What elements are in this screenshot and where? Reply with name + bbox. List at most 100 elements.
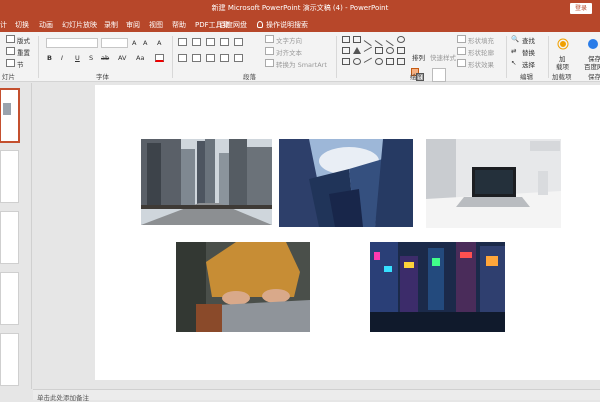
shadow-button[interactable]: S — [89, 54, 93, 62]
tab-view[interactable]: 视图 — [149, 20, 163, 30]
city-street-photo[interactable] — [141, 139, 272, 225]
shape-effects-button[interactable]: 形状效果 — [468, 59, 494, 69]
slide-canvas[interactable] — [95, 85, 600, 380]
arrange-button[interactable]: 排列 — [412, 52, 425, 62]
notes-placeholder: 单击此处添加备注 — [37, 394, 89, 402]
section-button[interactable]: 节 — [17, 59, 24, 69]
find-button[interactable]: 查找 — [522, 35, 535, 45]
numbering-icon[interactable] — [192, 38, 201, 46]
shape-fill-button[interactable]: 形状填充 — [468, 35, 494, 45]
font-size-dropdown[interactable] — [101, 38, 128, 48]
curve-shape-icon[interactable] — [353, 58, 361, 65]
grow-font-button[interactable]: A — [132, 39, 136, 47]
align-text-button[interactable]: 对齐文本 — [276, 47, 302, 57]
oval-shape-icon[interactable] — [397, 36, 405, 43]
arrow-shape-icon[interactable] — [374, 40, 383, 47]
text-direction-icon — [265, 35, 274, 43]
divider — [38, 36, 39, 78]
select-button[interactable]: 选择 — [522, 59, 535, 69]
rounded-rect-shape-icon[interactable] — [342, 47, 350, 54]
increase-indent-icon[interactable] — [220, 38, 229, 46]
smiley-shape-icon[interactable] — [386, 47, 394, 54]
text-direction-button[interactable]: 文字方向 — [276, 35, 302, 45]
layout-button[interactable]: 版式 — [17, 35, 30, 45]
slide-thumbnail-panel — [0, 83, 32, 389]
brace-shape-icon[interactable] — [386, 58, 394, 65]
shape-outline-button[interactable]: 形状轮廓 — [468, 47, 494, 57]
freeform-shape-icon[interactable] — [363, 57, 373, 63]
slide-thumbnail[interactable] — [0, 150, 19, 203]
title-bar: 新建 Microsoft PowerPoint 演示文稿 (4) - Power… — [0, 0, 600, 16]
tell-me-search[interactable]: 操作说明搜索 — [257, 20, 308, 30]
shape-effects-icon — [457, 59, 466, 67]
block-arrow-shape-icon[interactable] — [397, 47, 405, 54]
tab-animations[interactable]: 动画 — [39, 20, 53, 30]
quick-styles-icon — [432, 68, 446, 82]
rectangle-shape-icon[interactable] — [342, 36, 350, 43]
change-case-button[interactable]: Aa — [136, 54, 144, 62]
tab-record[interactable]: 录制 — [104, 20, 118, 30]
tab-help[interactable]: 帮助 — [172, 20, 186, 30]
align-right-icon[interactable] — [206, 54, 215, 62]
thumbnail-image — [3, 103, 11, 115]
layout-icon — [6, 35, 15, 43]
editing-group-label: 编辑 — [520, 73, 533, 81]
tab-review[interactable]: 审阅 — [126, 20, 140, 30]
slide-thumbnail[interactable] — [0, 211, 19, 264]
tab-baidu-netdisk[interactable]: 百度网盘 — [219, 20, 247, 30]
bent-line-shape-icon[interactable] — [363, 46, 373, 52]
slide-thumbnail[interactable] — [0, 88, 20, 143]
save-baidu-line2[interactable]: 百度网 — [584, 61, 600, 71]
slide-thumbnail[interactable] — [0, 272, 19, 325]
convert-smartart-button[interactable]: 转换为 SmartArt — [276, 59, 327, 69]
tab-transitions[interactable]: 切换 — [15, 20, 29, 30]
triangle-shape-icon[interactable] — [353, 47, 361, 54]
paragraph-group-label: 段落 — [243, 73, 256, 81]
font-color-icon[interactable] — [155, 54, 164, 62]
italic-button[interactable]: I — [61, 54, 63, 62]
bold-button[interactable]: B — [47, 54, 52, 62]
callout-shape-icon[interactable] — [342, 58, 350, 65]
bullets-icon[interactable] — [178, 38, 187, 46]
glass-towers-photo[interactable] — [279, 139, 413, 227]
tell-me-label: 操作说明搜索 — [266, 21, 308, 29]
char-spacing-button[interactable]: AV — [118, 54, 126, 62]
underline-button[interactable]: U — [75, 54, 80, 62]
align-center-icon[interactable] — [192, 54, 201, 62]
line-shape-icon[interactable] — [363, 40, 372, 47]
shape-outline-icon — [457, 47, 466, 55]
neon-city-photo[interactable] — [370, 242, 505, 332]
clear-format-button[interactable]: A — [157, 39, 161, 47]
addins-label-line2[interactable]: 载项 — [556, 61, 569, 71]
replace-button[interactable]: 替换 — [522, 47, 535, 57]
arc-shape-icon[interactable] — [375, 58, 383, 65]
strikethrough-button[interactable]: ab — [101, 54, 109, 62]
shrink-font-button[interactable]: A — [143, 39, 147, 47]
line-spacing-icon[interactable] — [234, 38, 243, 46]
align-left-icon[interactable] — [178, 54, 187, 62]
frame-shape-icon[interactable] — [375, 47, 383, 54]
window-title: 新建 Microsoft PowerPoint 演示文稿 (4) - Power… — [211, 4, 389, 12]
decrease-indent-icon[interactable] — [206, 38, 215, 46]
tab-slideshow[interactable]: 幻灯片放映 — [62, 20, 97, 30]
addins-group-label: 加载项 — [552, 73, 572, 81]
textbox-shape-icon[interactable] — [353, 36, 361, 43]
smartart-icon — [265, 59, 274, 67]
person-laptop-photo[interactable] — [176, 242, 310, 332]
tab-design[interactable]: 计 — [0, 20, 7, 30]
drawing-group-label: 绘图 — [410, 73, 423, 81]
addins-icon — [557, 38, 569, 50]
quick-styles-button[interactable]: 快速样式 — [430, 52, 456, 62]
connector-shape-icon[interactable] — [385, 40, 394, 47]
star-shape-icon[interactable] — [397, 58, 405, 65]
laptop-desk-photo[interactable] — [426, 139, 561, 228]
font-name-dropdown[interactable] — [46, 38, 98, 48]
reset-button[interactable]: 重置 — [17, 47, 30, 57]
login-button[interactable]: 登录 — [570, 3, 592, 14]
save-group-label: 保存 — [588, 73, 600, 81]
slide-thumbnail[interactable] — [0, 333, 19, 386]
justify-icon[interactable] — [220, 54, 229, 62]
shapes-gallery[interactable] — [341, 35, 407, 71]
notes-pane[interactable]: 单击此处添加备注 — [33, 389, 600, 402]
columns-icon[interactable] — [234, 54, 243, 62]
